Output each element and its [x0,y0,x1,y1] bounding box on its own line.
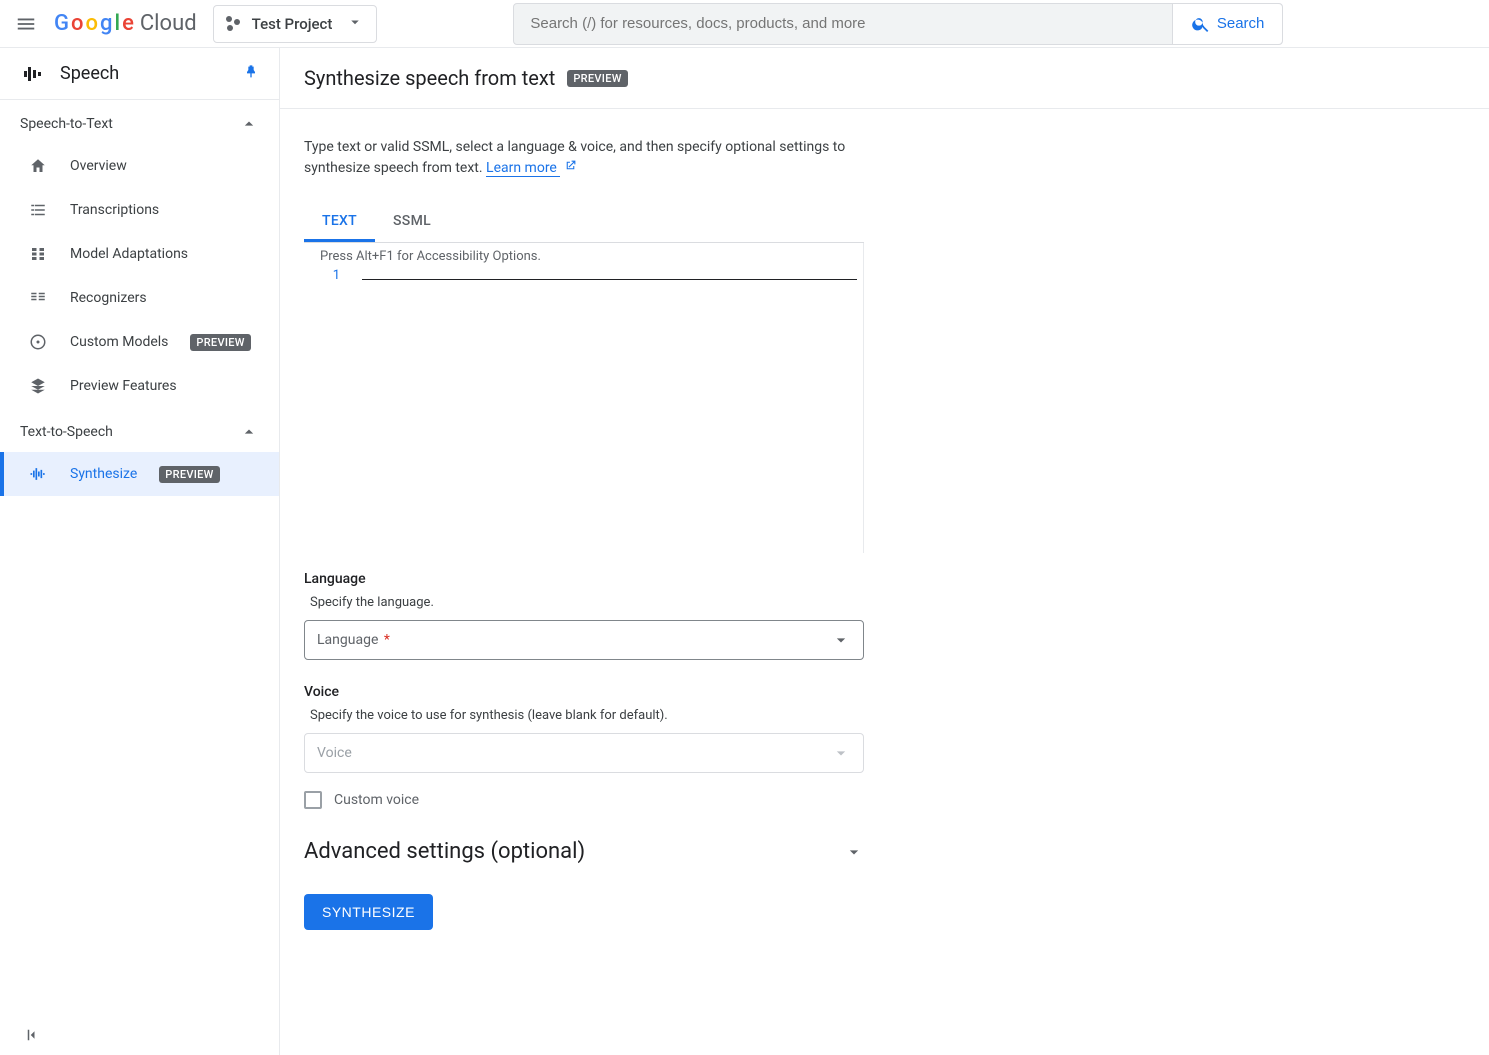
page-title-badge: PREVIEW [567,70,627,87]
nav-label: Overview [70,158,127,174]
synthesize-button[interactable]: SYNTHESIZE [304,894,433,930]
voice-section-label: Voice [304,684,1156,700]
learn-more-link[interactable]: Learn more [486,160,560,177]
tab-ssml[interactable]: SSML [375,201,449,242]
logo-suffix: Cloud [140,11,197,36]
chevron-down-icon [346,13,364,35]
nav-label: Model Adaptations [70,246,188,262]
search-input[interactable] [514,4,1171,44]
section-label: Speech-to-Text [20,116,113,132]
nav-menu-button[interactable] [14,12,38,36]
gcp-logo[interactable]: Google Cloud [54,11,197,36]
chevron-down-icon [844,842,864,862]
chevron-down-icon [831,630,851,650]
project-name: Test Project [252,15,333,33]
language-section-label: Language [304,571,1156,587]
badge-icon [28,332,48,352]
voice-placeholder: Voice [317,745,352,761]
rows-icon [28,288,48,308]
section-speech-to-text[interactable]: Speech-to-Text [0,100,279,144]
project-picker-icon [226,16,242,32]
text-editor[interactable]: Press Alt+F1 for Accessibility Options. … [304,243,864,553]
advanced-settings-label: Advanced settings (optional) [304,839,585,864]
collapse-sidebar-button[interactable] [0,1015,279,1055]
stack-icon [28,376,48,396]
preview-badge: PREVIEW [159,466,219,483]
sliders-icon [28,244,48,264]
home-icon [28,156,48,176]
nav-label: Synthesize [70,466,137,482]
list-icon [28,200,48,220]
nav-label: Custom Models [70,334,168,350]
intro-text: Type text or valid SSML, select a langua… [304,137,864,179]
search-icon [1191,14,1211,34]
page-title: Synthesize speech from text [304,66,555,90]
line-number: 1 [304,266,362,283]
nav-custom-models[interactable]: Custom Models PREVIEW [0,320,279,364]
search-bar[interactable]: Search [513,3,1283,45]
input-mode-tabs: TEXT SSML [304,201,864,243]
chevron-up-icon [239,422,259,442]
sidebar-title: Speech [60,63,227,84]
nav-label: Recognizers [70,290,147,306]
advanced-settings-toggle[interactable]: Advanced settings (optional) [304,839,864,864]
language-hint: Specify the language. [310,595,1156,610]
search-button-label: Search [1217,15,1265,32]
project-picker[interactable]: Test Project [213,5,378,43]
a11y-hint: Press Alt+F1 for Accessibility Options. [304,243,863,266]
wave-icon [28,464,48,484]
collapse-icon [24,1026,42,1044]
section-label: Text-to-Speech [20,424,113,440]
nav-preview-features[interactable]: Preview Features [0,364,279,408]
speech-product-icon [20,62,44,86]
section-text-to-speech[interactable]: Text-to-Speech [0,408,279,452]
language-select[interactable]: Language * [304,620,864,660]
sidebar: Speech Speech-to-Text Overview Transcrip… [0,48,280,1055]
required-indicator: * [384,632,390,648]
language-placeholder: Language [317,632,378,648]
external-link-icon [564,158,577,179]
editor-line-input[interactable] [362,266,857,280]
custom-voice-label: Custom voice [334,792,419,808]
preview-badge: PREVIEW [190,334,250,351]
nav-recognizers[interactable]: Recognizers [0,276,279,320]
pin-icon[interactable] [243,64,259,84]
custom-voice-checkbox[interactable]: Custom voice [304,791,1156,809]
chevron-down-icon [831,743,851,763]
nav-synthesize[interactable]: Synthesize PREVIEW [0,452,279,496]
voice-select[interactable]: Voice [304,733,864,773]
tab-text[interactable]: TEXT [304,201,375,242]
nav-label: Preview Features [70,378,177,394]
nav-transcriptions[interactable]: Transcriptions [0,188,279,232]
nav-model-adaptations[interactable]: Model Adaptations [0,232,279,276]
nav-label: Transcriptions [70,202,159,218]
voice-hint: Specify the voice to use for synthesis (… [310,708,1156,723]
nav-overview[interactable]: Overview [0,144,279,188]
checkbox-icon [304,791,322,809]
search-button[interactable]: Search [1172,4,1283,44]
chevron-up-icon [239,114,259,134]
